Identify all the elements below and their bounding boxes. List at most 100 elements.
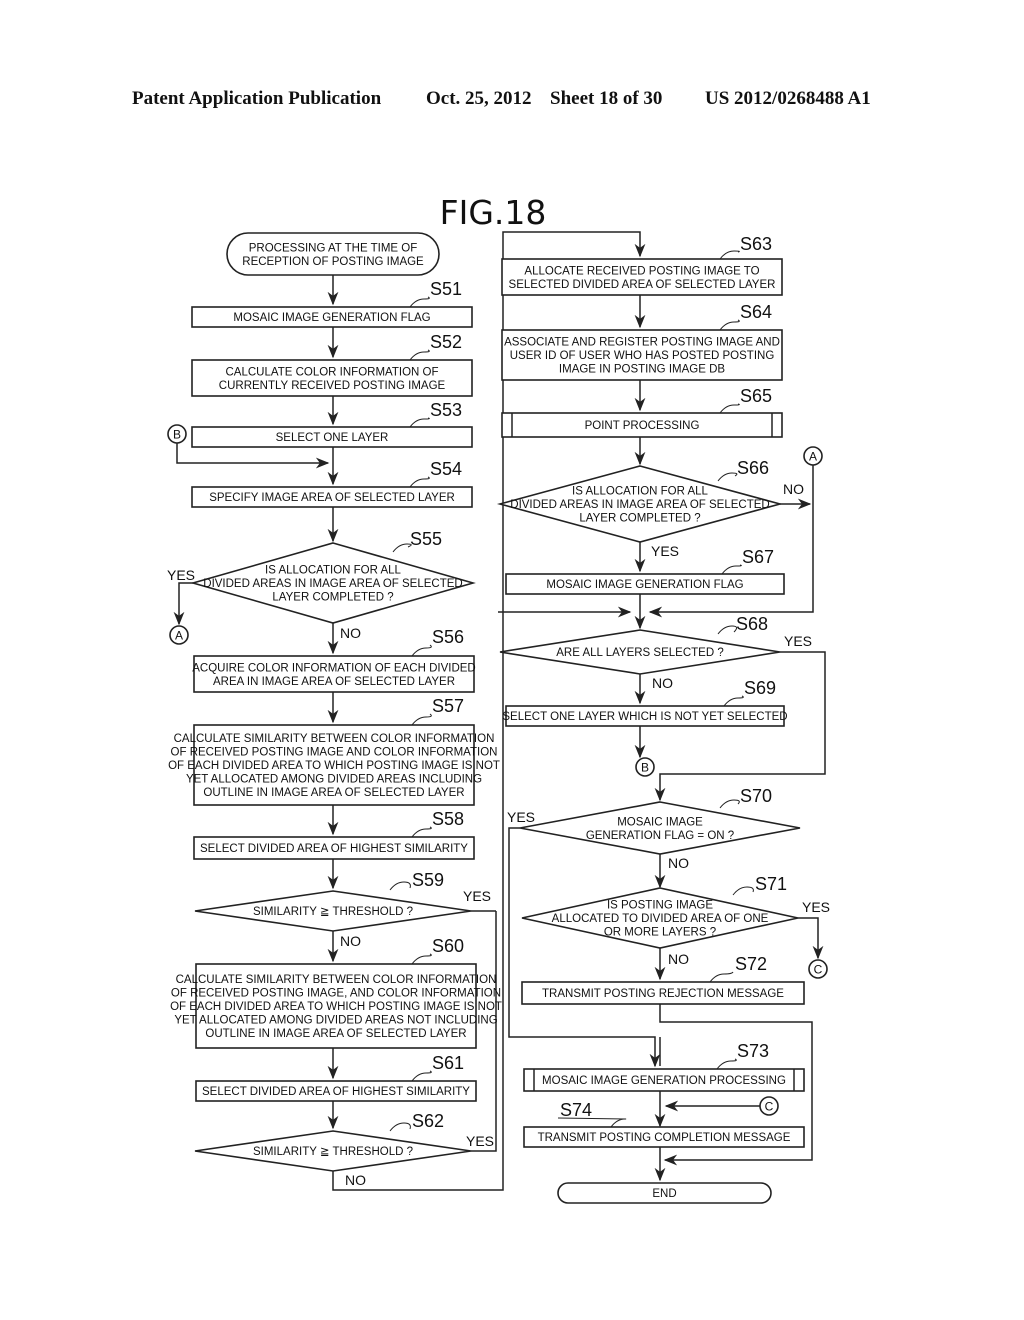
connector-label: A — [809, 450, 817, 464]
node-s73: MOSAIC IMAGE GENERATION PROCESSING S73 — [523, 1041, 805, 1092]
s70-text: GENERATION FLAG = ON ? — [586, 830, 734, 842]
s52-leader — [409, 349, 430, 361]
node-s60: CALCULATE SIMILARITY BETWEEN COLOR INFOR… — [170, 936, 502, 1049]
s64-text: IMAGE IN POSTING IMAGE DB — [559, 364, 725, 376]
connector-b: B — [167, 424, 187, 444]
s67-step-label: S67 — [742, 547, 774, 567]
s66-leader — [717, 472, 738, 482]
s58-step-label: S58 — [432, 809, 464, 829]
s65-step-label: S65 — [740, 386, 772, 406]
node-end: END — [557, 1182, 772, 1204]
s71-text: OR MORE LAYERS ? — [604, 927, 716, 939]
s70-leader — [719, 799, 740, 809]
node-s69: SELECT ONE LAYER WHICH IS NOT YET SELECT… — [502, 678, 788, 727]
connector-label: C — [814, 963, 823, 977]
s53-text: SELECT ONE LAYER — [276, 432, 389, 444]
end-text: END — [652, 1188, 676, 1200]
connector-label: B — [641, 761, 649, 775]
s54-step-label: S54 — [430, 459, 462, 479]
s52-step-label: S52 — [430, 332, 462, 352]
s57-text: OF RECEIVED POSTING IMAGE AND COLOR INFO… — [171, 747, 498, 759]
s65-leader — [719, 403, 740, 414]
s66-text: IS ALLOCATION FOR ALL — [572, 486, 709, 498]
s55-leader — [392, 543, 412, 553]
node-s52: CALCULATE COLOR INFORMATION OF CURRENTLY … — [191, 332, 473, 397]
s59-leader — [389, 881, 411, 891]
s72-step-label: S72 — [735, 954, 767, 974]
s68-no-label: NO — [652, 675, 673, 691]
s61-leader — [411, 1070, 432, 1082]
node-s53: SELECT ONE LAYER S53 — [191, 400, 473, 448]
s66-no-label: NO — [783, 481, 804, 497]
node-start: PROCESSING AT THE TIME OF RECEPTION OF PO… — [226, 232, 440, 276]
s59-yes-label: YES — [463, 888, 491, 904]
s68-yes-label: YES — [784, 633, 812, 649]
s66-step-label: S66 — [737, 458, 769, 478]
s57-text: OF EACH DIVIDED AREA TO WHICH POSTING IM… — [168, 760, 500, 772]
s51-text: MOSAIC IMAGE GENERATION FLAG — [233, 312, 430, 324]
connector-a: A — [803, 446, 823, 466]
s55-text: DIVIDED AREAS IN IMAGE AREA OF SELECTED — [203, 578, 462, 590]
s57-text: CALCULATE SIMILARITY BETWEEN COLOR INFOR… — [174, 733, 495, 745]
s73-text: MOSAIC IMAGE GENERATION PROCESSING — [542, 1075, 786, 1087]
s55-yes-label: YES — [167, 567, 195, 583]
s70-step-label: S70 — [740, 786, 772, 806]
connector-c: C — [759, 1096, 779, 1116]
s56-leader — [411, 644, 432, 657]
s60-leader — [411, 953, 432, 965]
s71-leader — [732, 886, 754, 896]
connector-a: A — [169, 625, 189, 645]
s68-step-label: S68 — [736, 614, 768, 634]
s64-text: ASSOCIATE AND REGISTER POSTING IMAGE AND — [504, 337, 780, 349]
s58-text: SELECT DIVIDED AREA OF HIGHEST SIMILARIT… — [200, 843, 468, 855]
s64-leader — [719, 319, 740, 331]
node-s66: IS ALLOCATION FOR ALLDIVIDED AREAS IN IM… — [496, 458, 784, 543]
node-s63: ALLOCATE RECEIVED POSTING IMAGE TO SELECT… — [501, 234, 783, 296]
s60-text: YET ALLOCATED AMONG DIVIDED AREAS NOT IN… — [174, 1015, 497, 1027]
node-s51: MOSAIC IMAGE GENERATION FLAG S51 — [191, 279, 473, 328]
node-s67: MOSAIC IMAGE GENERATION FLAG S67 — [505, 547, 785, 595]
s60-text: OF RECEIVED POSTING IMAGE, AND COLOR INF… — [171, 988, 501, 1000]
connector-label: B — [173, 428, 181, 442]
s55-step-label: S55 — [410, 529, 442, 549]
s71-text: IS POSTING IMAGE — [607, 900, 713, 912]
s70-yes-label: YES — [507, 809, 535, 825]
s63-text: SELECTED DIVIDED AREA OF SELECTED LAYER — [509, 279, 776, 291]
connector-label: C — [765, 1100, 774, 1114]
s57-step-label: S57 — [432, 696, 464, 716]
s71-text: ALLOCATED TO DIVIDED AREA OF ONE — [552, 913, 769, 925]
node-s65: POINT PROCESSING S65 — [501, 386, 783, 438]
node-s55: IS ALLOCATION FOR ALLDIVIDED AREAS IN IM… — [190, 529, 476, 624]
s67-text: MOSAIC IMAGE GENERATION FLAG — [546, 579, 743, 591]
s70-text: MOSAIC IMAGE — [617, 816, 703, 828]
s62-leader — [389, 1122, 411, 1132]
s71-yes-label: YES — [802, 899, 830, 915]
node-s56: ACQUIRE COLOR INFORMATION OF EACH DIVIDE… — [192, 627, 476, 693]
node-s58: SELECT DIVIDED AREA OF HIGHEST SIMILARIT… — [193, 809, 475, 860]
s68-text: ARE ALL LAYERS SELECTED ? — [556, 647, 723, 659]
s66-text: DIVIDED AREAS IN IMAGE AREA OF SELECTED — [510, 499, 769, 511]
s56-step-label: S56 — [432, 627, 464, 647]
s63-text: ALLOCATE RECEIVED POSTING IMAGE TO — [524, 265, 759, 277]
s54-leader — [409, 476, 430, 488]
s65-text: POINT PROCESSING — [585, 420, 700, 432]
s61-step-label: S61 — [432, 1053, 464, 1073]
s62-text: SIMILARITY ≧ THRESHOLD ? — [253, 1146, 413, 1158]
s57-text: OUTLINE IN IMAGE AREA OF SELECTED LAYER — [203, 787, 464, 799]
s62-no-label: NO — [345, 1172, 366, 1188]
s73-leader — [716, 1058, 737, 1070]
s66-text: LAYER COMPLETED ? — [579, 513, 700, 525]
flowchart: FIG.18 PROCESSING AT THE TIME OF RECEPTIO… — [167, 193, 830, 1204]
s66-yes-label: YES — [651, 543, 679, 559]
s71-no-label: NO — [668, 951, 689, 967]
s63-leader — [719, 250, 740, 260]
s59-no-label: NO — [340, 933, 361, 949]
s67-leader — [721, 564, 742, 575]
connector-b: B — [635, 757, 655, 777]
s58-leader — [411, 826, 432, 838]
flow-line — [798, 917, 824, 960]
s55-no-label: NO — [340, 625, 361, 641]
s64-text: USER ID OF USER WHO HAS POSTED POSTING — [510, 350, 775, 362]
s64-step-label: S64 — [740, 302, 772, 322]
s62-yes-label: YES — [466, 1133, 494, 1149]
